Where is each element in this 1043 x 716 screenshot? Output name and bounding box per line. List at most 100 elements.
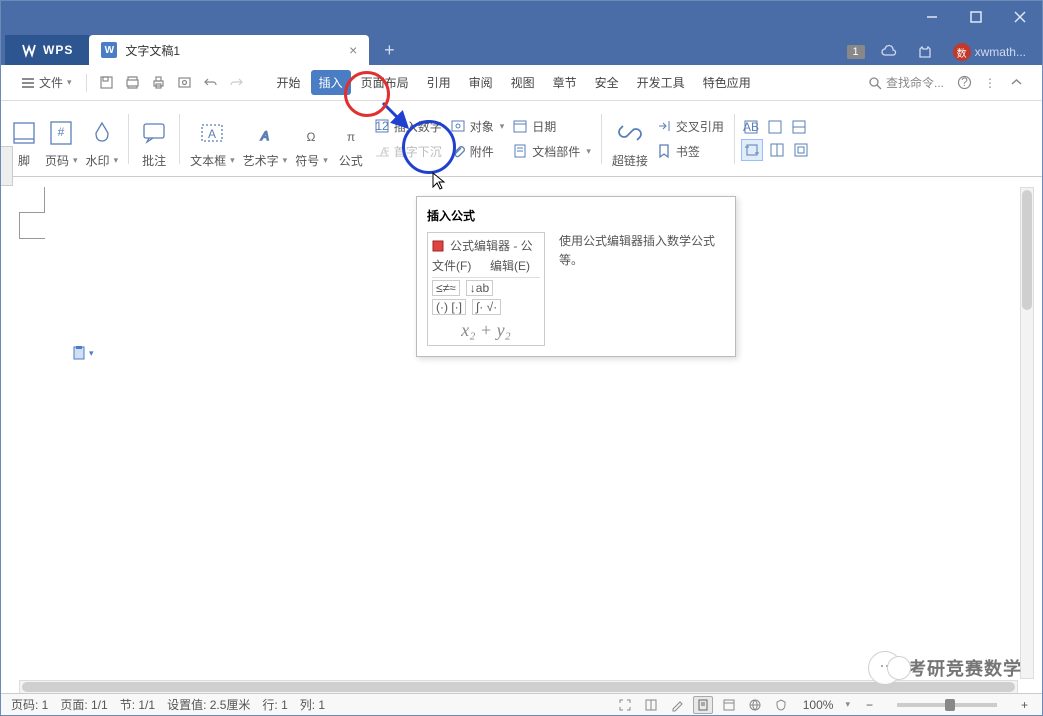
textbox-button[interactable]: A 文本框 xyxy=(186,107,239,171)
svg-text:π: π xyxy=(347,130,355,144)
date-button[interactable]: 日期 xyxy=(508,116,595,137)
collapse-ribbon-icon[interactable] xyxy=(1004,67,1028,99)
maximize-button[interactable] xyxy=(954,1,998,33)
watermark-button[interactable]: 水印 xyxy=(82,107,123,171)
svg-text:A: A xyxy=(260,129,269,143)
web-view-icon[interactable] xyxy=(745,696,765,714)
command-search[interactable]: 查找命令... xyxy=(862,70,950,95)
zoom-slider-knob[interactable] xyxy=(945,699,955,711)
attachment-button[interactable]: 附件 xyxy=(446,141,509,162)
ribbon-tabs: 开始 插入 页面布局 引用 审阅 视图 章节 安全 开发工具 特色应用 xyxy=(269,70,759,95)
svg-text:A: A xyxy=(380,145,388,159)
more-icon[interactable]: ⋮ xyxy=(978,67,1002,99)
page-badge[interactable]: 1 xyxy=(847,45,865,59)
tab-security[interactable]: 安全 xyxy=(587,70,627,95)
cross-ref-button[interactable]: 交叉引用 xyxy=(652,116,728,137)
outline-view-icon[interactable] xyxy=(719,696,739,714)
close-tab-icon[interactable]: × xyxy=(349,42,357,58)
layout-icon-3[interactable] xyxy=(767,139,787,161)
fullscreen-icon[interactable] xyxy=(615,696,635,714)
print-preview-icon[interactable] xyxy=(121,67,145,99)
document-tabbar: WPS W 文字文稿1 × + 1 数xwmath... xyxy=(1,33,1042,65)
layout-icon-4[interactable] xyxy=(791,139,811,161)
undo-icon[interactable] xyxy=(199,67,223,99)
tab-review[interactable]: 审阅 xyxy=(461,70,501,95)
status-col[interactable]: 列: 1 xyxy=(300,696,325,713)
document-tab[interactable]: W 文字文稿1 × xyxy=(89,35,369,65)
zoom-out-button[interactable]: − xyxy=(862,698,877,712)
tab-references[interactable]: 引用 xyxy=(419,70,459,95)
minimize-button[interactable] xyxy=(910,1,954,33)
mouse-cursor-icon xyxy=(431,171,447,191)
tab-view[interactable]: 视图 xyxy=(503,70,543,95)
zoom-in-button[interactable]: + xyxy=(1017,698,1032,712)
doc-parts-button[interactable]: 文档部件 xyxy=(508,141,595,162)
wps-logo-icon xyxy=(21,42,37,58)
crop-icon[interactable] xyxy=(741,139,763,161)
comment-button[interactable]: 批注 xyxy=(135,107,173,171)
tab-insert[interactable]: 插入 xyxy=(311,70,351,95)
window-titlebar xyxy=(1,1,1042,33)
vertical-scrollbar[interactable] xyxy=(1020,187,1034,679)
cloud-icon[interactable] xyxy=(877,40,901,64)
symbol-button[interactable]: Ω 符号 xyxy=(291,107,332,171)
tab-start[interactable]: 开始 xyxy=(269,70,309,95)
svg-text:AB: AB xyxy=(743,120,759,134)
bookmark-button[interactable]: 书签 xyxy=(652,141,728,162)
wps-home-tab[interactable]: WPS xyxy=(5,35,89,65)
tab-developer[interactable]: 开发工具 xyxy=(629,70,693,95)
page-number-button[interactable]: # 页码 xyxy=(41,107,82,171)
paste-options-icon[interactable]: ▾ xyxy=(71,345,94,361)
preview-icon[interactable] xyxy=(173,67,197,99)
wordart-button[interactable]: A 艺术字 xyxy=(239,107,292,171)
add-tab-button[interactable]: + xyxy=(373,35,405,65)
zoom-value[interactable]: 100% xyxy=(803,698,834,712)
image-watermark: 考研竞赛数学 xyxy=(868,651,1022,685)
page-margin-corner-tl xyxy=(19,187,45,213)
status-page[interactable]: 页面: 1/1 xyxy=(60,696,107,713)
avatar-icon: 数 xyxy=(953,43,971,61)
svg-text:#: # xyxy=(58,125,65,139)
reading-view-icon[interactable] xyxy=(641,696,661,714)
layout-icon-1[interactable] xyxy=(765,117,785,137)
tab-section[interactable]: 章节 xyxy=(545,70,585,95)
redo-icon[interactable] xyxy=(225,67,249,99)
insert-number-button[interactable]: 12插入数字 xyxy=(370,116,446,137)
document-icon: W xyxy=(101,42,117,58)
status-page-num[interactable]: 页码: 1 xyxy=(11,696,48,713)
status-section[interactable]: 节: 1/1 xyxy=(120,696,155,713)
scrollbar-thumb[interactable] xyxy=(1022,190,1032,310)
save-icon[interactable] xyxy=(95,67,119,99)
svg-text:A: A xyxy=(208,127,216,141)
protect-icon[interactable] xyxy=(771,696,791,714)
tab-page-layout[interactable]: 页面布局 xyxy=(353,70,417,95)
select-pane-icon[interactable]: AB xyxy=(741,117,761,137)
svg-text:?: ? xyxy=(961,75,968,89)
zoom-slider[interactable] xyxy=(897,703,997,707)
status-setting[interactable]: 设置值: 2.5厘米 xyxy=(167,696,250,713)
status-row[interactable]: 行: 1 xyxy=(262,696,287,713)
menubar: 文件 ▾ 开始 插入 页面布局 引用 审阅 视图 章节 安全 开发工具 特色应用… xyxy=(1,65,1042,101)
print-icon[interactable] xyxy=(147,67,171,99)
close-button[interactable] xyxy=(998,1,1042,33)
side-panel-toggle[interactable] xyxy=(1,146,13,186)
drop-cap-button[interactable]: A首字下沉 xyxy=(370,141,446,162)
page-margin-corner-tr xyxy=(19,213,45,239)
edit-view-icon[interactable] xyxy=(667,696,687,714)
skin-icon[interactable] xyxy=(913,40,937,64)
hyperlink-button[interactable]: 超链接 xyxy=(608,107,652,171)
page-view-icon[interactable] xyxy=(693,696,713,714)
help-icon[interactable]: ? xyxy=(952,67,976,99)
scrollbar-thumb[interactable] xyxy=(22,682,1015,692)
user-avatar[interactable]: 数xwmath... xyxy=(949,39,1030,65)
titlebar-right-icons: 1 数xwmath... xyxy=(847,39,1042,65)
formula-button[interactable]: π 公式 xyxy=(332,107,370,171)
formula-tooltip: 插入公式 公式编辑器 - 公 文件(F) 编辑(E) ≤≠≈↓ab (·) [·… xyxy=(416,196,736,357)
tab-special[interactable]: 特色应用 xyxy=(695,70,759,95)
search-icon xyxy=(868,76,882,90)
tooltip-description: 使用公式编辑器插入数学公式等。 xyxy=(559,232,725,346)
file-menu[interactable]: 文件 ▾ xyxy=(15,70,78,95)
layout-icon-2[interactable] xyxy=(789,117,809,137)
object-button[interactable]: 对象 xyxy=(446,116,509,137)
statusbar: 页码: 1 页面: 1/1 节: 1/1 设置值: 2.5厘米 行: 1 列: … xyxy=(1,693,1042,715)
